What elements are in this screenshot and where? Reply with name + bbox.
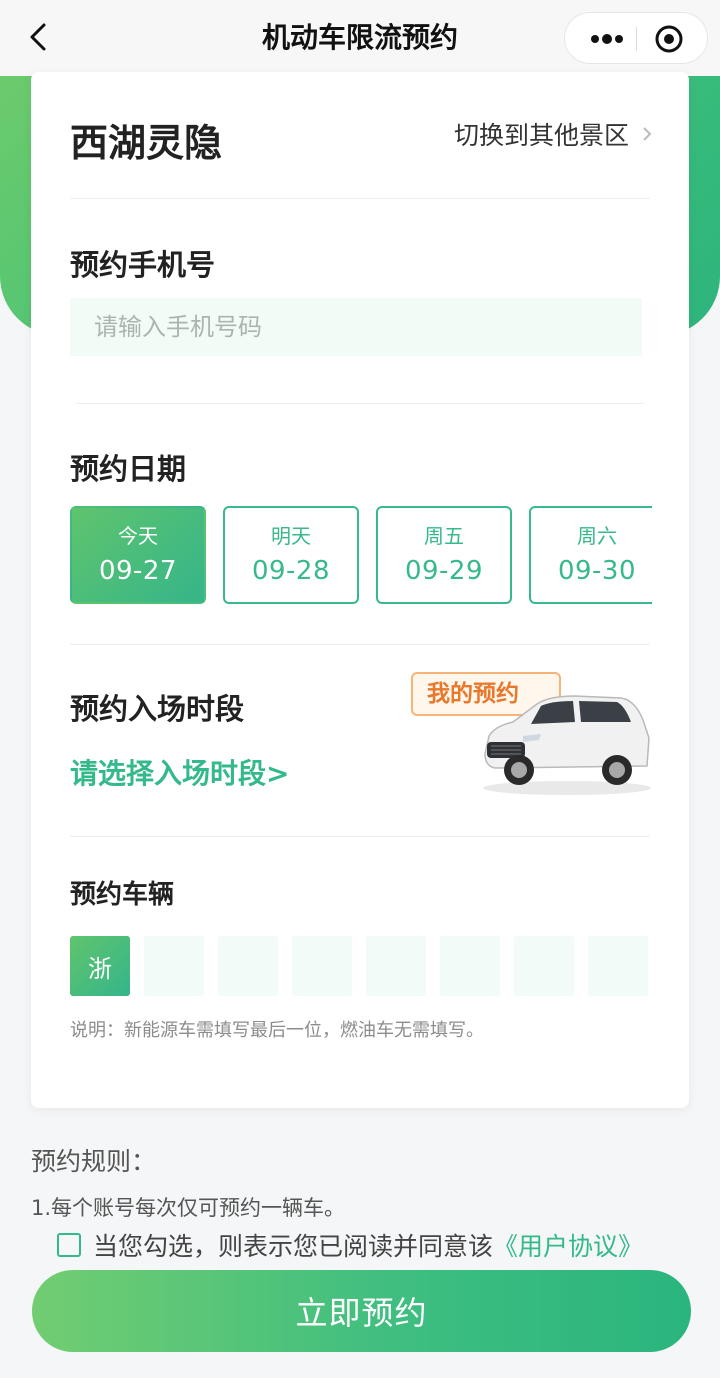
- plate-cell[interactable]: [144, 936, 204, 996]
- plate-cell[interactable]: [292, 936, 352, 996]
- reserve-button[interactable]: 立即预约: [32, 1270, 691, 1352]
- plate-province[interactable]: 浙: [70, 936, 130, 996]
- date-value: 09-29: [404, 556, 484, 586]
- phone-input[interactable]: [70, 298, 642, 356]
- phone-label: 预约手机号: [70, 248, 216, 282]
- date-label: 预约日期: [70, 452, 187, 486]
- divider: [70, 644, 650, 645]
- plate-cell[interactable]: [440, 936, 500, 996]
- plate-cell[interactable]: [588, 936, 648, 996]
- date-option[interactable]: 周五 09-29: [376, 506, 512, 604]
- rule-item: 1.每个账号每次仅可预约一辆车。: [31, 1196, 346, 1220]
- date-weekday: 周五: [424, 524, 464, 548]
- switch-scenic-link[interactable]: 切换到其他景区: [454, 116, 653, 152]
- chevron-right-icon: [643, 127, 652, 141]
- date-weekday: 周六: [577, 524, 617, 548]
- divider: [70, 198, 650, 199]
- user-agreement-link[interactable]: 《用户协议》: [493, 1227, 643, 1263]
- target-icon[interactable]: [653, 23, 685, 55]
- scenic-name: 西湖灵隐: [70, 121, 223, 165]
- reservation-card: 西湖灵隐 切换到其他景区 预约手机号 预约日期 今天 09-27 明天 09-2…: [31, 72, 689, 1108]
- date-weekday: 今天: [118, 524, 158, 548]
- switch-scenic-label: 切换到其他景区: [453, 121, 629, 150]
- date-selector: 今天 09-27 明天 09-28 周五 09-29 周六 09-30: [70, 506, 652, 606]
- date-option[interactable]: 今天 09-27: [70, 506, 206, 604]
- divider: [70, 836, 650, 837]
- rules-title: 预约规则：: [31, 1147, 157, 1176]
- car-image: [483, 695, 651, 795]
- pick-time-slot-link[interactable]: 请选择入场时段>: [70, 752, 289, 792]
- date-option[interactable]: 周六 09-30: [529, 506, 652, 604]
- plate-input: 浙: [70, 936, 652, 998]
- agreement-checkbox[interactable]: [57, 1233, 81, 1257]
- plate-cell[interactable]: [514, 936, 574, 996]
- date-value: 09-27: [98, 556, 178, 586]
- plate-note: 说明：新能源车需填写最后一位，燃油车无需填写。: [70, 1020, 484, 1041]
- date-option[interactable]: 明天 09-28: [223, 506, 359, 604]
- divider: [76, 403, 644, 404]
- plate-cell[interactable]: [218, 936, 278, 996]
- nav-bar: 机动车限流预约: [0, 0, 720, 76]
- capsule-divider: [636, 27, 637, 51]
- agreement-row: 当您勾选，则表示您已阅读并同意该 《用户协议》: [57, 1227, 643, 1263]
- plate-cell[interactable]: [366, 936, 426, 996]
- mini-program-capsule: [564, 12, 708, 64]
- date-weekday: 明天: [271, 524, 311, 548]
- agreement-text: 当您勾选，则表示您已阅读并同意该: [93, 1232, 494, 1261]
- vehicle-label: 预约车辆: [70, 880, 175, 910]
- more-dots-icon[interactable]: [581, 23, 633, 55]
- date-value: 09-28: [251, 556, 331, 586]
- time-slot-label: 预约入场时段: [70, 692, 245, 726]
- date-value: 09-30: [557, 556, 637, 586]
